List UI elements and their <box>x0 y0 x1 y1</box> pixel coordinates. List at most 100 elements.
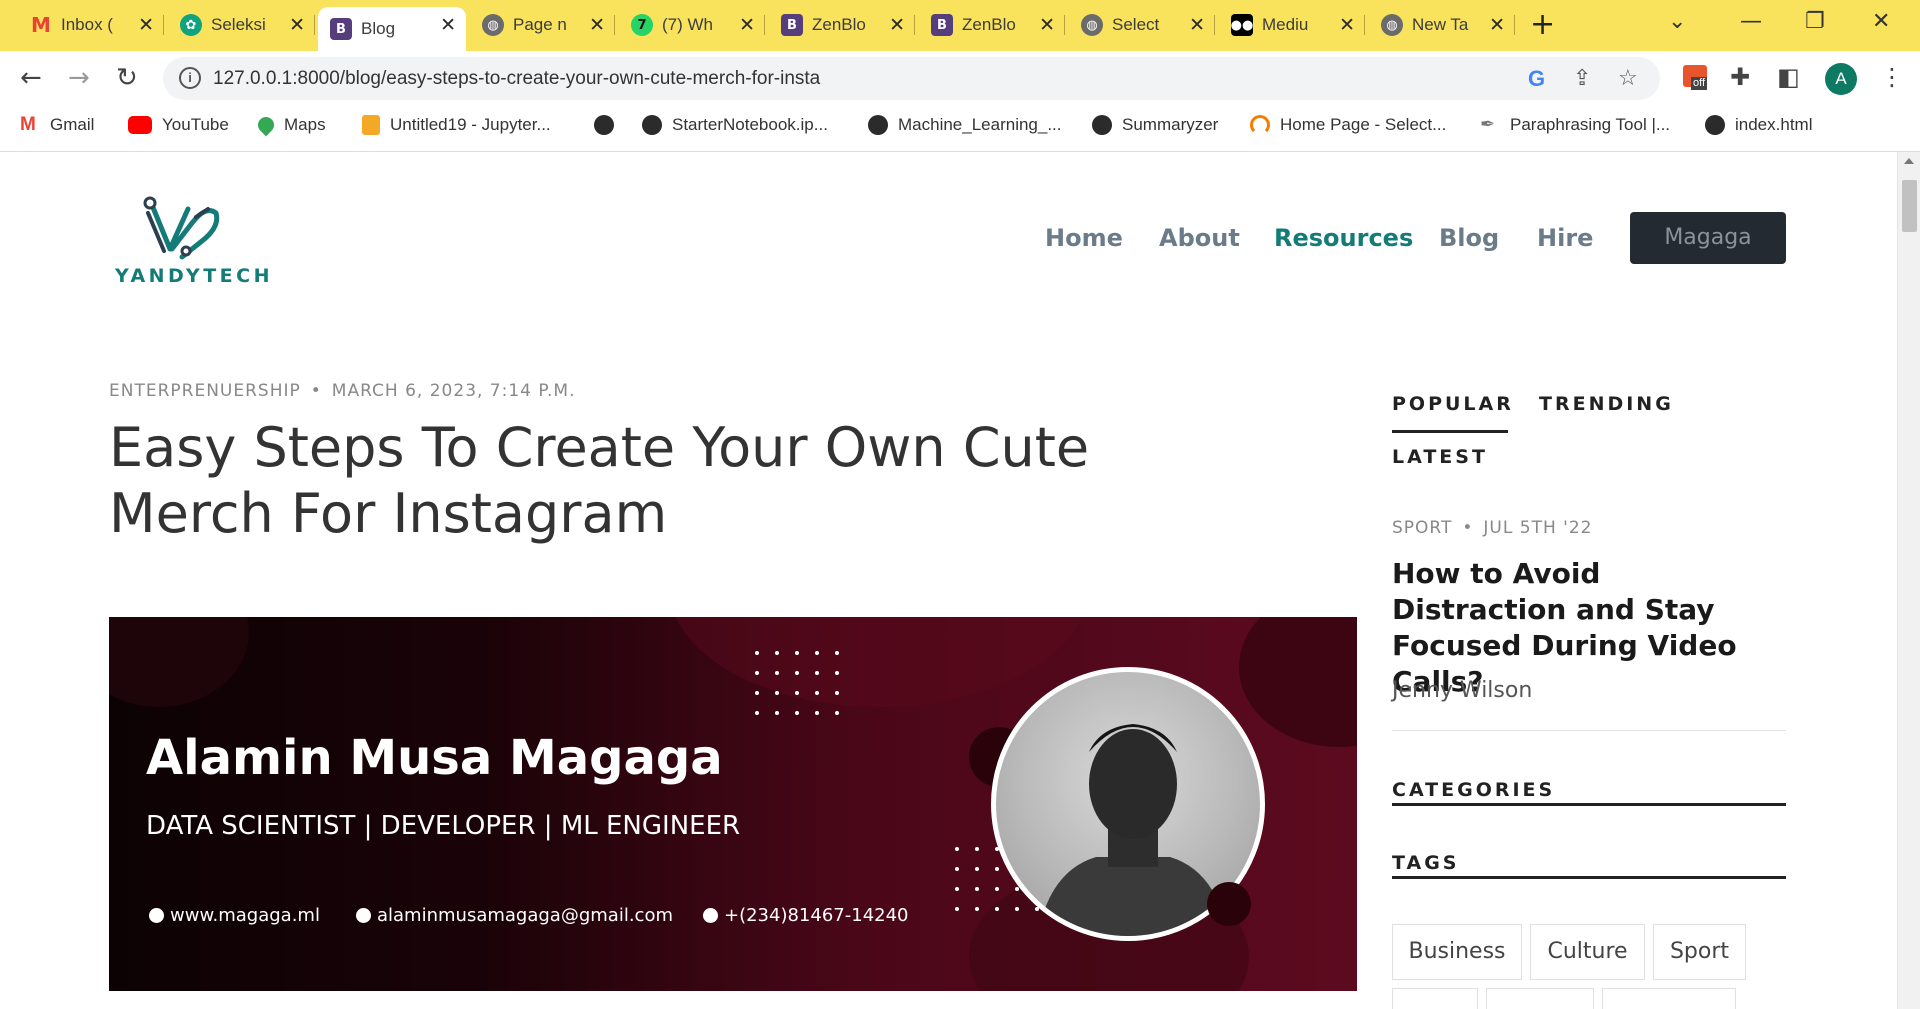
magaga-button[interactable]: Magaga <box>1630 212 1786 264</box>
banner-decoration <box>669 617 1089 707</box>
bookmark-label: YouTube <box>162 115 229 134</box>
tab-search-chevron-icon[interactable]: ⌄ <box>1668 9 1686 34</box>
side-panel-icon[interactable]: ◧ <box>1777 61 1800 93</box>
bookmark-maps[interactable]: Maps <box>254 113 326 137</box>
chatgpt-icon: ✿ <box>180 14 202 36</box>
tab-select[interactable]: ◍ Select ✕ <box>1069 7 1215 43</box>
meta-separator: • <box>1462 518 1474 538</box>
sidebar-post-author: Jenny Wilson <box>1392 678 1533 703</box>
gmail-icon: M <box>31 13 51 37</box>
close-tab-icon[interactable]: ✕ <box>889 15 905 35</box>
tag-partial[interactable] <box>1486 988 1594 1009</box>
post-category[interactable]: ENTERPRENUERSHIP <box>109 381 301 401</box>
banner-email-text: alaminmusamagaga@gmail.com <box>377 905 673 926</box>
restore-icon[interactable]: ❐ <box>1805 9 1825 34</box>
close-tab-icon[interactable]: ✕ <box>440 15 456 35</box>
nav-hire[interactable]: Hire <box>1537 224 1593 252</box>
close-tab-icon[interactable]: ✕ <box>1489 15 1505 35</box>
page-scrollbar[interactable] <box>1897 152 1920 1009</box>
maps-pin-icon <box>254 113 278 137</box>
select-icon <box>1250 115 1270 135</box>
address-bar[interactable]: i 127.0.0.1:8000/blog/easy-steps-to-crea… <box>163 57 1660 100</box>
tab-whatsapp[interactable]: 7 (7) Wh ✕ <box>619 7 765 43</box>
bookmark-youtube[interactable]: YouTube <box>128 115 229 135</box>
tab-inbox[interactable]: M Inbox ( ✕ <box>18 7 164 43</box>
site-info-icon[interactable]: i <box>179 67 201 89</box>
tab-zenblog-2[interactable]: B ZenBlo ✕ <box>919 7 1065 43</box>
bookmark-label: Paraphrasing Tool |... <box>1510 115 1671 134</box>
browser-toolbar: ← → ↻ i 127.0.0.1:8000/blog/easy-steps-t… <box>0 51 1920 106</box>
tab-popular[interactable]: POPULAR <box>1392 393 1514 415</box>
tab-title: Blog <box>361 19 396 38</box>
globe-icon <box>1705 115 1725 135</box>
forward-icon[interactable]: → <box>68 62 90 94</box>
banner-website: www.magaga.ml <box>149 905 320 926</box>
post-title: Easy Steps To Create Your Own Cute Merch… <box>109 416 1090 545</box>
tag-sport[interactable]: Sport <box>1653 924 1746 980</box>
bookmark-home-page-select[interactable]: Home Page - Select... <box>1250 115 1446 135</box>
tag-partial[interactable] <box>1602 988 1736 1009</box>
scrollbar-thumb[interactable] <box>1902 180 1917 232</box>
sidebar-post-category[interactable]: SPORT <box>1392 518 1452 538</box>
scroll-up-arrow-icon[interactable] <box>1904 158 1914 164</box>
post-hero-image: Alamin Musa Magaga DATA SCIENTIST | DEVE… <box>109 617 1357 991</box>
globe-icon <box>642 115 662 135</box>
site-logo-text[interactable]: YANDYTECH <box>115 265 273 287</box>
close-tab-icon[interactable]: ✕ <box>1189 15 1205 35</box>
bookmark-label: Summaryzer <box>1122 115 1219 134</box>
tag-business[interactable]: Business <box>1392 924 1522 980</box>
bookmark-summaryzer[interactable]: Summaryzer <box>1092 115 1218 135</box>
minimize-icon[interactable]: — <box>1740 9 1762 34</box>
bookmark-machine-learning[interactable]: Machine_Learning_... <box>868 115 1062 135</box>
close-tab-icon[interactable]: ✕ <box>1339 15 1355 35</box>
back-icon[interactable]: ← <box>20 62 42 94</box>
nav-resources[interactable]: Resources <box>1274 224 1413 252</box>
bookmark-label: Home Page - Select... <box>1280 115 1447 134</box>
tag-culture[interactable]: Culture <box>1530 924 1645 980</box>
close-tab-icon[interactable]: ✕ <box>138 15 154 35</box>
bookmark-star-icon[interactable]: ☆ <box>1618 66 1638 91</box>
gmail-icon: M <box>20 114 36 135</box>
url-text[interactable]: 127.0.0.1:8000/blog/easy-steps-to-create… <box>213 68 820 90</box>
tab-page[interactable]: ◍ Page n ✕ <box>470 7 615 43</box>
profile-avatar[interactable]: A <box>1825 63 1857 95</box>
tab-seleksi[interactable]: ✿ Seleksi ✕ <box>168 7 315 43</box>
tags-rule <box>1392 876 1786 879</box>
close-tab-icon[interactable]: ✕ <box>1039 15 1055 35</box>
bookmark-globe[interactable] <box>594 115 624 135</box>
banner-dot-pattern <box>755 651 839 715</box>
tab-title: Seleksi <box>211 15 266 34</box>
reload-icon[interactable]: ↻ <box>116 62 138 94</box>
extension-badge-icon[interactable]: off <box>1683 65 1713 95</box>
tab-blog[interactable]: B Blog ✕ <box>318 7 466 51</box>
bookmark-gmail[interactable]: M Gmail <box>20 115 94 135</box>
active-tab-indicator <box>1392 430 1508 433</box>
menu-kebab-icon[interactable]: ⋮ <box>1880 61 1904 93</box>
close-window-icon[interactable]: ✕ <box>1872 9 1890 34</box>
bookmark-index-html[interactable]: index.html <box>1705 115 1812 135</box>
tab-trending[interactable]: TRENDING <box>1539 393 1674 415</box>
tab-title: New Ta <box>1412 15 1469 34</box>
nav-about[interactable]: About <box>1159 224 1240 252</box>
tab-medium[interactable]: ●● Mediu ✕ <box>1219 7 1365 43</box>
share-icon[interactable]: ⇪ <box>1573 66 1591 91</box>
bookmark-paraphrasing-tool[interactable]: ✒ Paraphrasing Tool |... <box>1480 115 1670 135</box>
tab-latest[interactable]: LATEST <box>1392 446 1488 468</box>
new-tab-plus-icon[interactable]: + <box>1530 10 1555 40</box>
post-date: MARCH 6, 2023, 7:14 P.M. <box>331 381 576 401</box>
tab-new-tab[interactable]: ◍ New Ta ✕ <box>1369 7 1515 43</box>
nav-home[interactable]: Home <box>1045 224 1123 252</box>
extensions-puzzle-icon[interactable]: ✚ <box>1730 61 1750 93</box>
tab-title: Inbox ( <box>61 15 113 34</box>
tag-partial[interactable] <box>1392 988 1478 1009</box>
close-tab-icon[interactable]: ✕ <box>589 15 605 35</box>
bookmark-label: Maps <box>284 115 326 134</box>
tab-zenblog-1[interactable]: B ZenBlo ✕ <box>769 7 915 43</box>
nav-blog[interactable]: Blog <box>1439 224 1499 252</box>
google-translate-icon[interactable]: G <box>1528 66 1545 92</box>
close-tab-icon[interactable]: ✕ <box>739 15 755 35</box>
bookmark-starter-notebook[interactable]: StarterNotebook.ip... <box>642 115 828 135</box>
bookmark-jupyter[interactable]: Untitled19 - Jupyter... <box>362 115 551 135</box>
whatsapp-icon: 7 <box>631 14 653 36</box>
close-tab-icon[interactable]: ✕ <box>289 15 305 35</box>
